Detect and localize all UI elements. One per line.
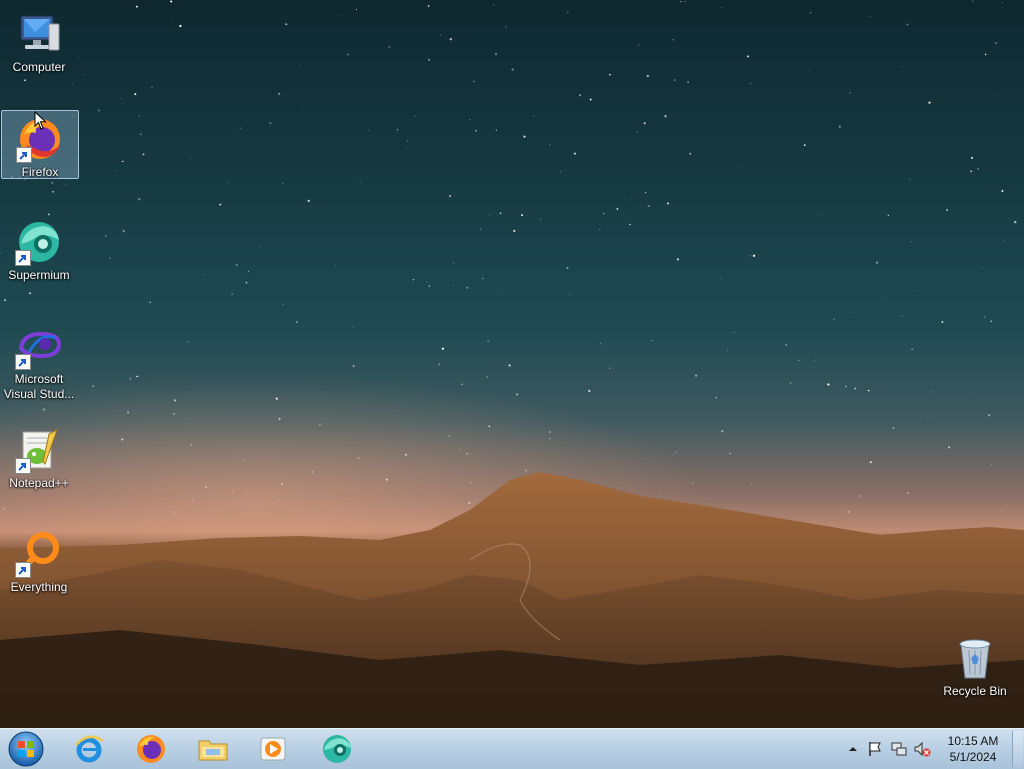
desktop-icon-label: Computer — [12, 60, 66, 74]
desktop-icon-visual-studio[interactable]: Microsoft Visual Stud... — [1, 318, 77, 402]
computer-icon — [15, 10, 63, 58]
clock-time: 10:15 AM — [947, 734, 999, 748]
shortcut-arrow-icon — [15, 458, 31, 474]
taskbar: 10:15 AM 5/1/2024 — [0, 728, 1024, 769]
clock-date: 5/1/2024 — [949, 750, 997, 764]
everything-icon — [15, 530, 63, 578]
supermium-icon — [15, 218, 63, 266]
desktop-icon-label: Microsoft Visual Stud... — [3, 372, 75, 401]
visual-studio-icon — [15, 322, 63, 370]
start-button[interactable] — [4, 730, 48, 768]
desktop-icon-label: Notepad++ — [9, 476, 69, 490]
taskbar-media-player[interactable] — [246, 731, 300, 767]
network-icon[interactable] — [890, 740, 908, 758]
media-player-icon — [260, 737, 286, 761]
shortcut-arrow-icon — [16, 147, 32, 163]
mountain-landscape — [0, 300, 1024, 728]
desktop-icon-label: Supermium — [8, 268, 70, 282]
desktop-icon-label: Firefox — [21, 165, 59, 179]
desktop-icon-label: Recycle Bin — [943, 684, 1007, 698]
windows-start-orb-icon — [8, 731, 44, 767]
folder-icon — [198, 740, 228, 761]
desktop-icon-recycle-bin[interactable]: Recycle Bin — [937, 630, 1013, 699]
supermium-icon — [323, 735, 351, 763]
ie-icon — [75, 735, 104, 763]
shortcut-arrow-icon — [15, 354, 31, 370]
desktop-icon-notepadpp[interactable]: Notepad++ — [1, 422, 77, 491]
action-center-flag-icon[interactable] — [866, 740, 884, 758]
shortcut-arrow-icon — [15, 250, 31, 266]
desktop-icon-supermium[interactable]: Supermium — [1, 214, 77, 283]
shortcut-arrow-icon — [15, 562, 31, 578]
taskbar-firefox[interactable] — [124, 731, 178, 767]
show-hidden-icons-arrow[interactable] — [844, 740, 862, 758]
recycle-bin-icon — [951, 634, 999, 682]
taskbar-file-explorer[interactable] — [186, 731, 240, 767]
desktop-icon-everything[interactable]: Everything — [1, 526, 77, 595]
taskbar-supermium[interactable] — [310, 731, 364, 767]
notepadpp-icon — [15, 426, 63, 474]
desktop: Computer Firefox Supermium Microsoft Vis… — [0, 0, 1024, 728]
volume-muted-icon[interactable] — [913, 740, 931, 758]
mouse-cursor-icon — [34, 111, 47, 130]
desktop-icon-computer[interactable]: Computer — [1, 6, 77, 75]
clock[interactable]: 10:15 AM 5/1/2024 — [938, 733, 1008, 765]
firefox-icon — [137, 735, 165, 763]
taskbar-internet-explorer[interactable] — [62, 731, 116, 767]
desktop-icon-label: Everything — [10, 580, 68, 594]
show-desktop-button[interactable] — [1012, 731, 1023, 767]
